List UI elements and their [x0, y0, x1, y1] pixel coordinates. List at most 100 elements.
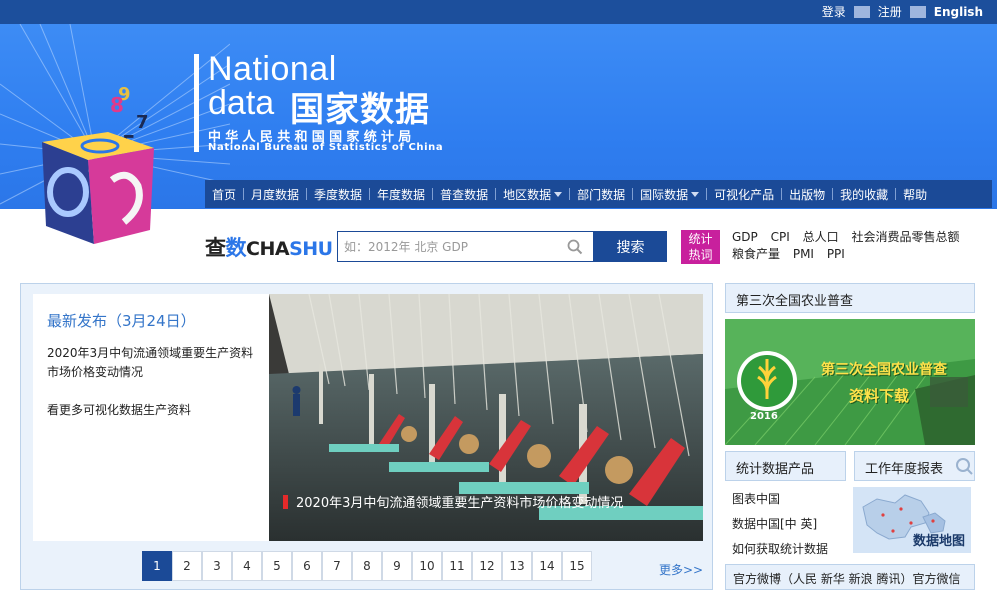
more-link[interactable]: 更多>> — [659, 561, 703, 578]
page-button-6[interactable]: 6 — [292, 551, 322, 581]
page-button-10[interactable]: 10 — [412, 551, 442, 581]
nav-item-7[interactable]: 国际数据 — [633, 180, 706, 208]
annual-report-tab[interactable]: 工作年度报表 — [854, 451, 975, 481]
nav-item-1[interactable]: 月度数据 — [244, 180, 306, 208]
top-bar: 登录 注册 English — [0, 0, 997, 24]
nav-item-2[interactable]: 季度数据 — [307, 180, 369, 208]
page-button-1[interactable]: 1 — [142, 551, 172, 581]
carousel-pager: 1 2 3 4 5 6 7 8 9 10 11 12 13 14 15 — [142, 551, 592, 581]
nav-item-label: 帮助 — [903, 187, 928, 202]
chashu-brand: 查数CHASHU — [205, 232, 333, 262]
main-nav: 首页 月度数据 季度数据 年度数据 普查数据 地区数据 部门数据 国际数据 可视化产品 出版物 我的… — [205, 180, 992, 208]
map-label: 数据地图 — [912, 534, 965, 549]
divider — [909, 5, 926, 18]
census-heading[interactable]: 第三次全国农业普查 — [725, 283, 975, 313]
nav-item-4[interactable]: 普查数据 — [433, 180, 495, 208]
page-button-7[interactable]: 7 — [322, 551, 352, 581]
brand-shu: 数 — [225, 236, 247, 260]
logo-data: data — [208, 84, 275, 122]
logo-divider — [194, 54, 199, 152]
magnifier-icon — [956, 458, 973, 475]
nav-item-label: 可视化产品 — [714, 187, 775, 202]
banner-download: 资料下载 — [849, 387, 910, 405]
nav-item-label: 普查数据 — [440, 187, 489, 202]
digit-8: 8 — [110, 93, 124, 117]
hot-word-pmi[interactable]: PMI — [793, 247, 814, 261]
nav-item-label: 地区数据 — [503, 187, 552, 202]
carousel-image[interactable]: 2020年3月中旬流通领域重要生产资料市场价格变动情况 — [269, 294, 703, 541]
weibo-bar[interactable]: 官方微博（人民 新华 新浪 腾讯）官方微信 — [725, 564, 975, 590]
nav-item-10[interactable]: 我的收藏 — [833, 180, 895, 208]
brand-en-shu: SHU — [289, 238, 333, 260]
release-item-1[interactable]: 2020年3月中旬流通领域重要生产资料市场价格变动情况 — [47, 344, 262, 382]
hot-word-population[interactable]: 总人口 — [803, 230, 839, 244]
latest-release: 最新发布（3月24日） 2020年3月中旬流通领域重要生产资料市场价格变动情况 … — [33, 294, 269, 541]
bureau-name-en: National Bureau of Statistics of China — [208, 142, 444, 153]
page-button-3[interactable]: 3 — [202, 551, 232, 581]
caption-marker — [283, 494, 288, 509]
search-area: 查数CHASHU 搜索 统计 热词 GDP CPI 总人口 社会消费品零售总额 … — [0, 209, 997, 279]
page-button-8[interactable]: 8 — [352, 551, 382, 581]
nav-item-label: 月度数据 — [251, 187, 300, 202]
brand-en-cha: CHA — [246, 238, 290, 260]
link-get-statistics[interactable]: 如何获取统计数据 — [732, 537, 828, 562]
release-title[interactable]: 最新发布（3月24日） — [47, 310, 196, 331]
nav-item-label: 季度数据 — [314, 187, 363, 202]
hot-word-cpi[interactable]: CPI — [771, 230, 790, 244]
search-icon[interactable] — [567, 239, 583, 255]
page-button-12[interactable]: 12 — [472, 551, 502, 581]
hot-word-grain-output[interactable]: 粮食产量 — [732, 247, 780, 261]
hot-words: GDP CPI 总人口 社会消费品零售总额 粮食产量 PMI PPI — [732, 229, 982, 263]
search-button[interactable]: 搜索 — [594, 231, 667, 262]
nav-item-6[interactable]: 部门数据 — [570, 180, 632, 208]
nav-item-label: 国际数据 — [640, 187, 689, 202]
chevron-down-icon — [691, 191, 700, 197]
side-links: 图表中国 数据中国[中 英] 如何获取统计数据 — [732, 487, 828, 562]
featured-panel: 最新发布（3月24日） 2020年3月中旬流通领域重要生产资料市场价格变动情况 … — [20, 283, 713, 590]
annual-report-label: 工作年度报表 — [865, 462, 944, 477]
census-banner-image: 2016 — [725, 319, 975, 445]
page-button-13[interactable]: 13 — [502, 551, 532, 581]
account-links: 登录 注册 English — [814, 3, 991, 20]
hot-label-line1: 统计 — [688, 232, 713, 246]
nav-item-9[interactable]: 出版物 — [782, 180, 832, 208]
page-button-14[interactable]: 14 — [532, 551, 562, 581]
login-link[interactable]: 登录 — [814, 3, 854, 20]
release-item-2[interactable]: 看更多可视化数据生产资料 — [47, 401, 262, 420]
caption-text: 2020年3月中旬流通领域重要生产资料市场价格变动情况 — [296, 496, 624, 511]
hot-word-retail-sales[interactable]: 社会消费品零售总额 — [851, 230, 959, 244]
search-box — [337, 231, 594, 262]
nav-item-5[interactable]: 地区数据 — [496, 180, 569, 208]
nav-item-0[interactable]: 首页 — [205, 180, 243, 208]
data-map[interactable]: 数据地图 — [853, 487, 971, 553]
hot-label-line2: 热词 — [688, 248, 713, 262]
nav-item-label: 首页 — [212, 187, 237, 202]
page-button-5[interactable]: 5 — [262, 551, 292, 581]
link-data-china[interactable]: 数据中国[中 英] — [732, 512, 828, 537]
page-button-11[interactable]: 11 — [442, 551, 472, 581]
hot-word-gdp[interactable]: GDP — [732, 230, 758, 244]
english-link[interactable]: English — [926, 5, 991, 19]
page-button-2[interactable]: 2 — [172, 551, 202, 581]
page-button-4[interactable]: 4 — [232, 551, 262, 581]
page-button-9[interactable]: 9 — [382, 551, 412, 581]
census-banner[interactable]: 2016 第三次全国农业普查 资料下载 — [725, 319, 975, 445]
register-link[interactable]: 注册 — [870, 3, 910, 20]
carousel-caption[interactable]: 2020年3月中旬流通领域重要生产资料市场价格变动情况 — [283, 492, 623, 511]
nav-item-3[interactable]: 年度数据 — [370, 180, 432, 208]
nav-item-label: 我的收藏 — [840, 187, 889, 202]
hot-word-ppi[interactable]: PPI — [827, 247, 845, 261]
divider — [853, 5, 870, 18]
brand-cha: 查 — [205, 236, 226, 260]
banner-title: 第三次全国农业普查 — [821, 362, 947, 378]
chevron-down-icon — [554, 191, 563, 197]
nav-item-label: 部门数据 — [577, 187, 626, 202]
stat-products-tab[interactable]: 统计数据产品 — [725, 451, 846, 481]
logo-chinese: 国家数据 — [290, 90, 430, 130]
nav-item-8[interactable]: 可视化产品 — [707, 180, 781, 208]
search-input[interactable] — [338, 232, 558, 261]
nav-item-11[interactable]: 帮助 — [896, 180, 934, 208]
link-charts-china[interactable]: 图表中国 — [732, 487, 828, 512]
nav-item-label: 出版物 — [789, 187, 826, 202]
page-button-15[interactable]: 15 — [562, 551, 592, 581]
